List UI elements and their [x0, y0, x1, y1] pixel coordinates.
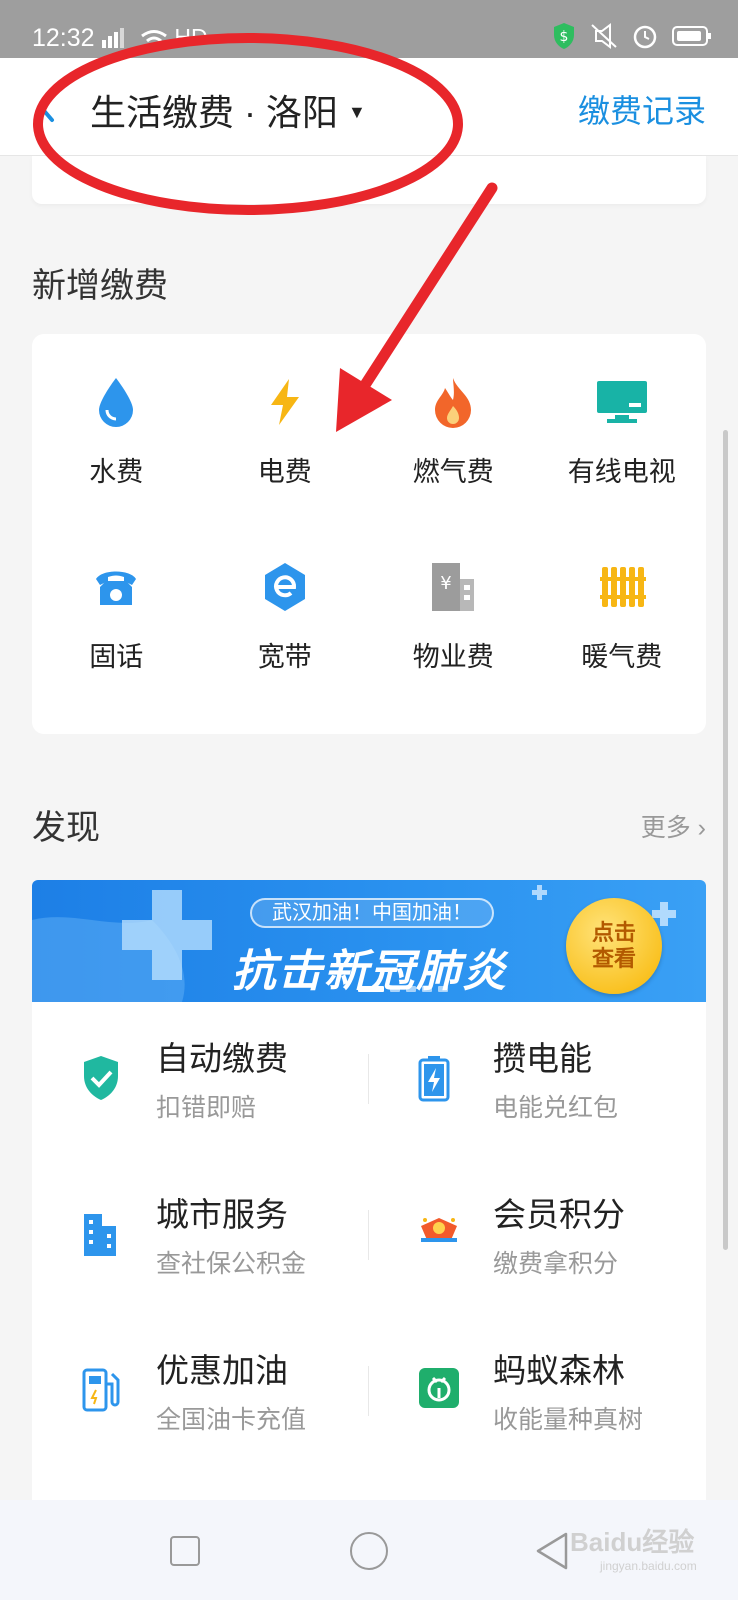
property-building-icon: ¥ [423, 557, 483, 617]
city-selector[interactable]: 生活缴费 · 洛阳 ▼ [90, 84, 366, 136]
page-title: 生活缴费 · 洛阳 [90, 92, 338, 133]
service-ant-forest[interactable]: 蚂蚁森林 收能量种真树 [369, 1314, 706, 1470]
caret-down-icon: ▼ [348, 101, 366, 122]
svg-text:¥: ¥ [441, 573, 452, 594]
discover-services: 自动缴费 扣错即赔 攒电能 电能兑红包 城市服务 查社保公积金 会员积分 缴费拿… [32, 1002, 706, 1500]
ant-forest-icon [417, 1366, 459, 1414]
payment-item-label: 宽带 [257, 642, 312, 672]
carousel-dots [358, 986, 448, 992]
payment-item-label: 水费 [89, 457, 144, 487]
shield-check-icon [80, 1054, 122, 1102]
payment-item-landline[interactable]: 固话 [32, 547, 201, 732]
payment-item-water[interactable]: 水费 [32, 362, 201, 547]
mute-icon [590, 23, 618, 54]
security-shield-icon: $ [552, 22, 576, 55]
lightning-icon [255, 372, 315, 432]
payment-item-heating[interactable]: 暖气费 [538, 547, 707, 732]
city-buildings-icon [80, 1210, 122, 1258]
water-drop-icon [86, 372, 146, 432]
status-bar: 12:32 HD $ [0, 0, 738, 58]
payment-item-electricity[interactable]: 电费 [201, 362, 370, 547]
flame-icon [423, 372, 483, 432]
back-chevron-icon[interactable] [34, 86, 74, 126]
recent-apps-button[interactable] [170, 1536, 200, 1566]
covid-banner[interactable]: 武汉加油！中国加油！ 抗击新冠肺炎 点击 查看 [32, 880, 706, 1002]
fuel-pump-icon [80, 1366, 122, 1414]
telephone-icon [86, 557, 146, 617]
previous-card [32, 156, 706, 204]
payment-item-property[interactable]: ¥ 物业费 [369, 547, 538, 732]
payment-item-label: 暖气费 [581, 642, 663, 672]
payment-item-broadband[interactable]: 宽带 [201, 547, 370, 732]
app-header: 生活缴费 · 洛阳 ▼ 缴费记录 [0, 58, 738, 156]
radiator-icon [592, 557, 652, 617]
banner-view-button[interactable]: 点击 查看 [566, 898, 662, 994]
service-fuel[interactable]: 优惠加油 全国油卡充值 [32, 1314, 369, 1470]
service-energy[interactable]: 攒电能 电能兑红包 [369, 1002, 706, 1158]
back-nav-icon[interactable] [536, 1532, 568, 1575]
status-time: 12:32 [32, 24, 95, 52]
section-title-discover: 发现 [32, 809, 100, 847]
battery-icon [417, 1054, 459, 1102]
alarm-icon [632, 23, 658, 54]
payment-item-label: 电费 [257, 457, 312, 487]
payment-type-card: 水费 电费 燃气费 有线电视 固话 宽带 ¥ 物业费 暖气费 [32, 334, 706, 734]
payment-item-label: 有线电视 [567, 457, 676, 487]
system-nav-bar: Baidu经验 jingyan.baidu.com [0, 1500, 738, 1600]
service-auto-pay[interactable]: 自动缴费 扣错即赔 [32, 1002, 369, 1158]
service-member-points[interactable]: 会员积分 缴费拿积分 [369, 1158, 706, 1314]
service-city[interactable]: 城市服务 查社保公积金 [32, 1158, 369, 1314]
banner-tag: 武汉加油！中国加油！ [250, 898, 494, 928]
payment-item-label: 燃气费 [412, 457, 494, 487]
tv-icon [592, 372, 652, 432]
baidu-jingyan-watermark: Baidu经验 jingyan.baidu.com [570, 1527, 697, 1573]
payment-records-link[interactable]: 缴费记录 [578, 86, 706, 132]
payment-item-gas[interactable]: 燃气费 [369, 362, 538, 547]
cell-signal-icon [102, 26, 132, 53]
more-link[interactable]: 更多 › [641, 808, 706, 844]
svg-text:$: $ [560, 29, 569, 45]
scrollbar[interactable] [723, 430, 728, 1250]
payment-item-label: 固话 [89, 642, 144, 672]
chevron-right-icon: › [697, 814, 706, 842]
broadband-icon [255, 557, 315, 617]
wifi-hd-label: HD [140, 24, 208, 51]
payment-item-label: 物业费 [412, 642, 494, 672]
section-title-new-payment: 新增缴费 [32, 267, 168, 305]
home-button[interactable] [350, 1532, 388, 1570]
payment-item-cable-tv[interactable]: 有线电视 [538, 362, 707, 547]
member-points-icon [417, 1210, 459, 1258]
battery-status-icon [672, 25, 712, 52]
